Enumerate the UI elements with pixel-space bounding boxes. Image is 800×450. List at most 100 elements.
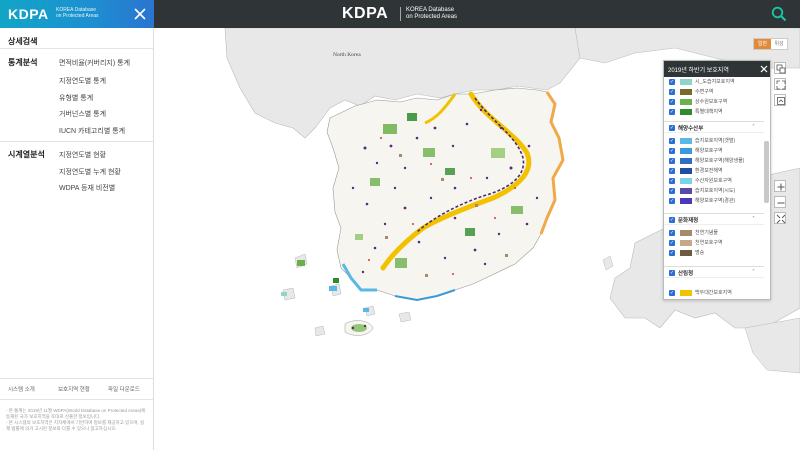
legend-swatch [680,168,692,174]
checkbox-checked-icon[interactable]: ✓ [669,125,675,131]
divider [0,141,154,142]
layers-icon[interactable] [774,62,786,74]
checkbox-checked-icon[interactable]: ✓ [669,79,675,85]
chevron-up-icon[interactable]: ˄ [752,269,755,276]
legend-panel: 2019년 하반기 보호지역 ✓ 시_도습지보호지역 ✓ 수변구역 ✓ 상수원보… [663,60,771,300]
legend-item-label: 특별대책지역 [695,109,723,115]
checkbox-checked-icon[interactable]: ✓ [669,109,675,115]
legend-item-label: 습지보호지역(갯벌) [695,138,736,144]
legend-group-header[interactable]: ✓ 문화재청 ˄ [664,213,764,225]
center-subtitle-line2: on Protected Areas [406,14,458,20]
japan-kyushu [744,317,800,374]
checkbox-checked-icon[interactable]: ✓ [669,188,675,194]
checkbox-checked-icon[interactable]: ✓ [669,270,675,276]
checkbox-checked-icon[interactable]: ✓ [669,138,675,144]
zoom-out-icon[interactable] [774,196,786,208]
menu-item-governance[interactable]: 거버넌스별 통계 [59,109,106,119]
legend-item-label: 수산자원보호구역 [695,178,732,184]
extent-icon[interactable] [774,212,786,224]
legend-item-label: 해양보호구역(경관) [695,198,736,204]
footer-note: - 본 통계는 2019년 11월 WDPA(World Database on… [6,408,146,419]
legend-swatch [680,290,692,296]
legend-group-title: 해양수산부 [678,126,704,132]
legend-group-header[interactable]: ✓ 해양수산부 ˄ [664,121,764,133]
footer-link-status[interactable]: 보호지역 현황 [58,385,90,393]
legend-group-title: 문화재청 [678,218,699,224]
checkbox-checked-icon[interactable]: ✓ [669,158,675,164]
footer-note: - 본 시스템의 보호지역은 지자체에서 기반하여 정보를 제공하고 있으며, … [6,420,145,431]
menu-item-area-ratio[interactable]: 면적비율(커버리지) 통계 [59,58,130,68]
legend-swatch [680,99,692,105]
legend-item-label: 해양보호구역(해양생물) [695,158,745,164]
legend-swatch [680,250,692,256]
map-type-satellite-button[interactable]: 위성 [771,39,787,49]
legend-swatch [680,109,692,115]
print-icon[interactable] [774,94,786,106]
legend-swatch [680,89,692,95]
chevron-up-icon[interactable]: ˄ [752,216,755,223]
fullscreen-icon[interactable] [774,78,786,90]
legend-item-label: 명승 [695,250,705,256]
checkbox-checked-icon[interactable]: ✓ [669,217,675,223]
legend-group-title: 산림청 [678,271,694,277]
close-icon[interactable] [132,6,148,22]
south-korea-land [326,87,564,301]
legend-swatch [680,158,692,164]
checkbox-checked-icon[interactable]: ✓ [669,99,675,105]
search-icon[interactable] [770,5,788,23]
map-label-north-korea: North Korea [333,52,361,58]
close-icon[interactable] [759,64,769,74]
menu-item-iucn[interactable]: IUCN 카테고리별 통계 [59,126,125,136]
brand-logo[interactable]: KDPA [8,6,49,22]
sidebar: 상세검색 통계분석 면적비율(커버리지) 통계 지정연도별 통계 유형별 통계 … [0,28,154,450]
center-subtitle: KOREA Database on Protected Areas [406,7,476,21]
brand-subtitle-line2: on Protected Areas [56,13,99,19]
zoom-in-icon[interactable] [774,180,786,192]
checkbox-checked-icon[interactable]: ✓ [669,250,675,256]
legend-item-label: 백두대간보호지역 [695,290,732,296]
legend-scrollbar[interactable] [764,141,769,203]
checkbox-checked-icon[interactable]: ✓ [669,178,675,184]
center-logo[interactable]: KDPA [342,5,388,23]
footer-link-download[interactable]: 파일 다운로드 [108,385,140,393]
legend-item-label: 수변구역 [695,89,714,95]
footer-links: 시스템 소개 보호지역 현황 파일 다운로드 [0,378,154,400]
checkbox-checked-icon[interactable]: ✓ [669,198,675,204]
top-bar: KDPA KOREA Database on Protected Areas K… [0,0,800,28]
legend-item-label: 습지보호지역(시도) [695,188,736,194]
legend-swatch [680,178,692,184]
menu-item-type[interactable]: 유형별 통계 [59,93,93,103]
menu-item-designation-year[interactable]: 지정연도별 통계 [59,76,106,86]
legend-swatch [680,198,692,204]
legend-item-label: 해양보호구역 [695,148,723,154]
legend-item-label: 시_도습지보호지역 [695,79,735,85]
checkbox-checked-icon[interactable]: ✓ [669,168,675,174]
legend-swatch [680,230,692,236]
legend-swatch [680,240,692,246]
menu-item-wdpa-version[interactable]: WDPA 등재 비전별 [59,183,115,193]
footer-link-about[interactable]: 시스템 소개 [8,385,35,393]
legend-swatch [680,188,692,194]
chevron-up-icon[interactable]: ˄ [752,124,755,131]
checkbox-checked-icon[interactable]: ✓ [669,290,675,296]
brand-subtitle: KOREA Database on Protected Areas [56,7,116,19]
checkbox-checked-icon[interactable]: ✓ [669,240,675,246]
brand-block: KDPA KOREA Database on Protected Areas [0,0,154,28]
legend-title: 2019년 하반기 보호지역 [668,68,729,74]
legend-group-header[interactable]: ✓ 산림청 ˄ [664,266,764,278]
legend-swatch [680,148,692,154]
legend-item-label: 천연보호구역 [695,240,723,246]
map-type-normal-button[interactable]: 일반 [754,39,771,49]
map-type-toggle[interactable]: 일반 위성 [753,38,788,50]
logo-divider [400,7,401,21]
menu-item-year-status[interactable]: 지정연도별 현황 [59,150,106,160]
menu-item-year-cumulative[interactable]: 지정연도별 누계 현황 [59,167,121,177]
legend-item-label: 천연기념물 [695,230,719,236]
legend-swatch [680,138,692,144]
checkbox-checked-icon[interactable]: ✓ [669,89,675,95]
checkbox-checked-icon[interactable]: ✓ [669,148,675,154]
legend-item-label: 환경보전해역 [695,168,723,174]
legend-item-label: 상수원보호구역 [695,99,728,105]
section-title-timeseries: 시계열분석 [8,150,45,159]
checkbox-checked-icon[interactable]: ✓ [669,230,675,236]
